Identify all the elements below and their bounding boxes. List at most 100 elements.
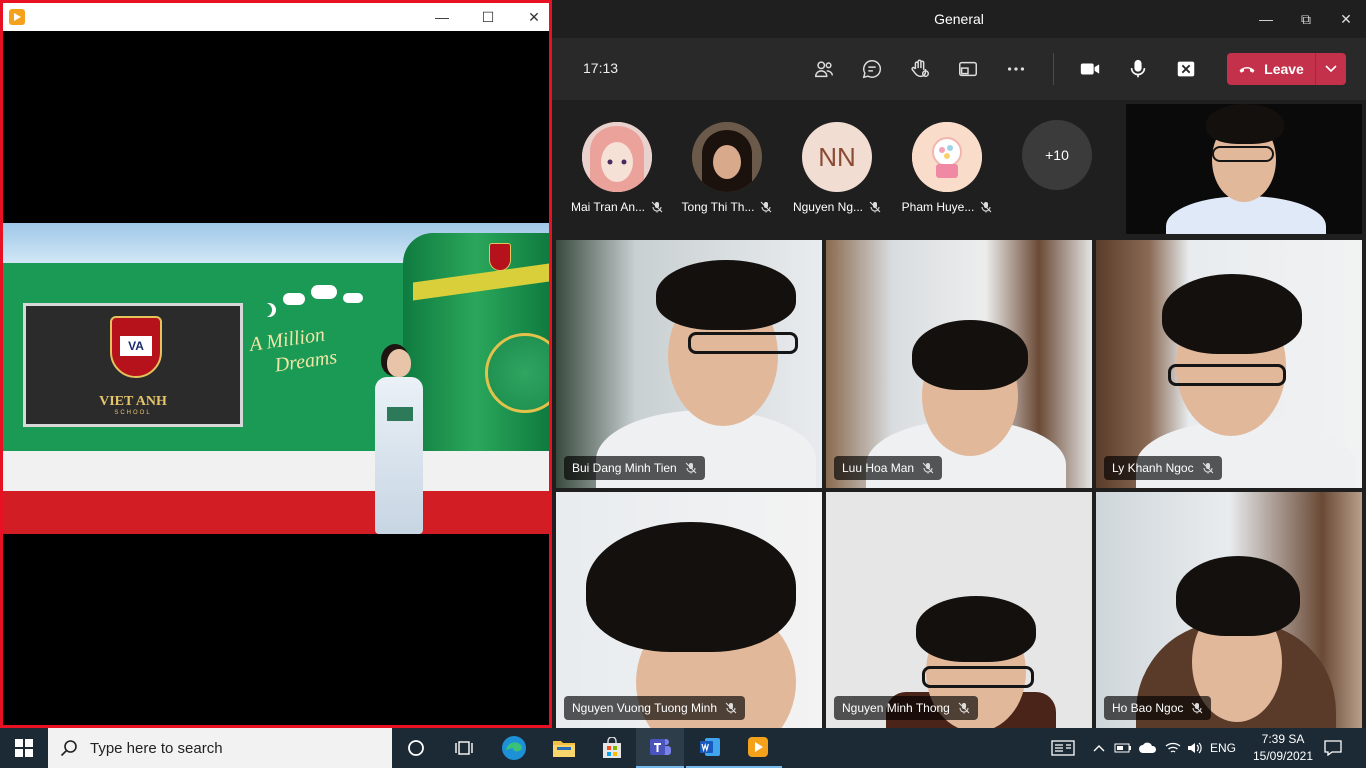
anime-avatar-icon xyxy=(582,122,652,192)
participant-hair xyxy=(1162,274,1302,354)
participant-strip: Mai Tran An... Tong Thi Th... NN Nguyen … xyxy=(552,100,1366,238)
video-tile[interactable]: Ly Khanh Ngoc xyxy=(1096,240,1362,488)
video-tile[interactable]: Luu Hoa Man xyxy=(826,240,1092,488)
presenter-head xyxy=(387,349,411,377)
participant-name: Tong Thi Th... xyxy=(681,200,755,214)
media-player-icon[interactable] xyxy=(734,728,782,768)
participant-hair xyxy=(586,522,796,652)
volume-icon[interactable] xyxy=(1184,728,1206,768)
presenter xyxy=(369,349,429,534)
video-tile[interactable]: Ho Bao Ngoc xyxy=(1096,492,1362,728)
leave-label: Leave xyxy=(1264,61,1304,77)
participant-avatar[interactable] xyxy=(582,122,652,192)
cloud-icon xyxy=(283,293,305,305)
mic-off-icon xyxy=(869,201,881,213)
school-name: VIET ANH xyxy=(99,394,167,409)
participants-icon[interactable] xyxy=(809,54,839,84)
mic-off-icon xyxy=(685,462,697,474)
share-screen-icon[interactable] xyxy=(953,54,983,84)
video-tile[interactable]: Nguyen Vuong Tuong Minh xyxy=(556,492,822,728)
video-tile-label: Luu Hoa Man xyxy=(834,456,943,480)
presenter-book xyxy=(387,407,413,421)
clock-date: 15/09/2021 xyxy=(1252,749,1314,763)
edge-browser-icon[interactable] xyxy=(490,728,538,768)
video-tile[interactable]: Nguyen Minh Thong xyxy=(826,492,1092,728)
participant-name-row: Mai Tran An... xyxy=(562,200,672,214)
raise-hand-icon[interactable] xyxy=(905,54,935,84)
participant-name: Mai Tran An... xyxy=(570,200,646,214)
participant-name: Pham Huye... xyxy=(901,200,975,214)
taskbar: Type here to search ENG 7:39 SA 15/09/20… xyxy=(0,728,1366,768)
leave-button[interactable]: Leave xyxy=(1227,53,1315,85)
cloud-icon xyxy=(311,285,337,299)
wifi-icon[interactable] xyxy=(1162,728,1184,768)
gumball-avatar-icon xyxy=(912,122,982,192)
leave-button-group: Leave xyxy=(1227,53,1346,85)
participant-avatar-initials[interactable]: NN xyxy=(802,122,872,192)
white-stage-floor xyxy=(3,451,549,491)
video-tile-label: Nguyen Minh Thong xyxy=(834,696,978,720)
taskbar-search[interactable]: Type here to search xyxy=(48,728,392,768)
mic-off-icon xyxy=(980,201,992,213)
meeting-timer: 17:13 xyxy=(583,60,619,76)
microsoft-store-icon[interactable] xyxy=(588,728,636,768)
mic-off-icon xyxy=(1191,702,1203,714)
photo-avatar-icon xyxy=(692,122,762,192)
participant-glasses xyxy=(688,332,798,354)
teams-icon[interactable] xyxy=(636,728,684,768)
file-explorer-icon[interactable] xyxy=(540,728,588,768)
participant-name: Nguyen Vuong Tuong Minh xyxy=(572,701,717,715)
chat-icon[interactable] xyxy=(857,54,887,84)
teams-titlebar: General — ⧉ ✕ xyxy=(552,0,1366,38)
word-icon[interactable] xyxy=(686,728,734,768)
onedrive-icon[interactable] xyxy=(1136,728,1160,768)
microphone-icon[interactable] xyxy=(1123,54,1153,84)
camera-icon[interactable] xyxy=(1075,54,1105,84)
participant-avatar[interactable] xyxy=(912,122,982,192)
taskbar-clock[interactable]: 7:39 SA 15/09/2021 xyxy=(1240,731,1326,765)
restore-button[interactable]: ⧉ xyxy=(1286,0,1326,38)
media-player-window: — ☐ ✕ VA VIET ANH SCHOOL A Million Dream… xyxy=(0,0,552,728)
task-view-icon[interactable] xyxy=(440,728,488,768)
more-participants-badge[interactable]: +10 xyxy=(1022,120,1092,190)
mic-off-icon xyxy=(958,702,970,714)
chevron-up-icon[interactable] xyxy=(1090,728,1108,768)
minimize-button[interactable]: — xyxy=(1246,0,1286,38)
notifications-icon[interactable] xyxy=(1318,728,1348,768)
maximize-button[interactable]: ☐ xyxy=(465,3,511,31)
participant-name: Ho Bao Ngoc xyxy=(1112,701,1184,715)
action-center-icon[interactable] xyxy=(1046,728,1080,768)
minimize-button[interactable]: — xyxy=(419,3,465,31)
video-tile[interactable]: Bui Dang Minh Tien xyxy=(556,240,822,488)
participant-glasses xyxy=(922,666,1034,688)
participant-avatar[interactable] xyxy=(692,122,762,192)
participant-name: Ly Khanh Ngoc xyxy=(1112,461,1194,475)
search-icon xyxy=(60,740,77,757)
mic-off-icon xyxy=(1202,462,1213,474)
close-button[interactable]: ✕ xyxy=(1326,0,1366,38)
teams-meeting-window: General — ⧉ ✕ 17:13 Leave Mai Tran An...… xyxy=(552,0,1366,728)
self-video-preview[interactable] xyxy=(1126,104,1362,234)
participant-name: Bui Dang Minh Tien xyxy=(572,461,677,475)
cortana-icon[interactable] xyxy=(392,728,440,768)
participant-hair xyxy=(656,260,796,330)
language-indicator[interactable]: ENG xyxy=(1208,728,1238,768)
close-button[interactable]: ✕ xyxy=(511,3,557,31)
school-crest-logo xyxy=(489,243,511,271)
cloud-icon xyxy=(343,293,363,303)
mic-off-icon xyxy=(922,462,934,474)
video-tile-label: Nguyen Vuong Tuong Minh xyxy=(564,696,745,720)
participant-hair xyxy=(1176,556,1300,636)
chalkboard: VA VIET ANH SCHOOL xyxy=(23,303,243,427)
battery-icon[interactable] xyxy=(1112,728,1134,768)
more-options-icon[interactable] xyxy=(1001,54,1031,84)
video-frame[interactable]: VA VIET ANH SCHOOL A Million Dreams xyxy=(3,223,549,534)
participant-hair xyxy=(916,596,1036,662)
windows-start-icon[interactable] xyxy=(0,728,48,768)
participant-name: Luu Hoa Man xyxy=(842,461,915,475)
clock-time: 7:39 SA xyxy=(1261,732,1305,746)
school-shield-icon: VA xyxy=(110,316,162,378)
chevron-down-icon[interactable] xyxy=(1316,53,1346,85)
mic-off-icon xyxy=(761,201,772,213)
stop-sharing-icon[interactable] xyxy=(1171,54,1201,84)
